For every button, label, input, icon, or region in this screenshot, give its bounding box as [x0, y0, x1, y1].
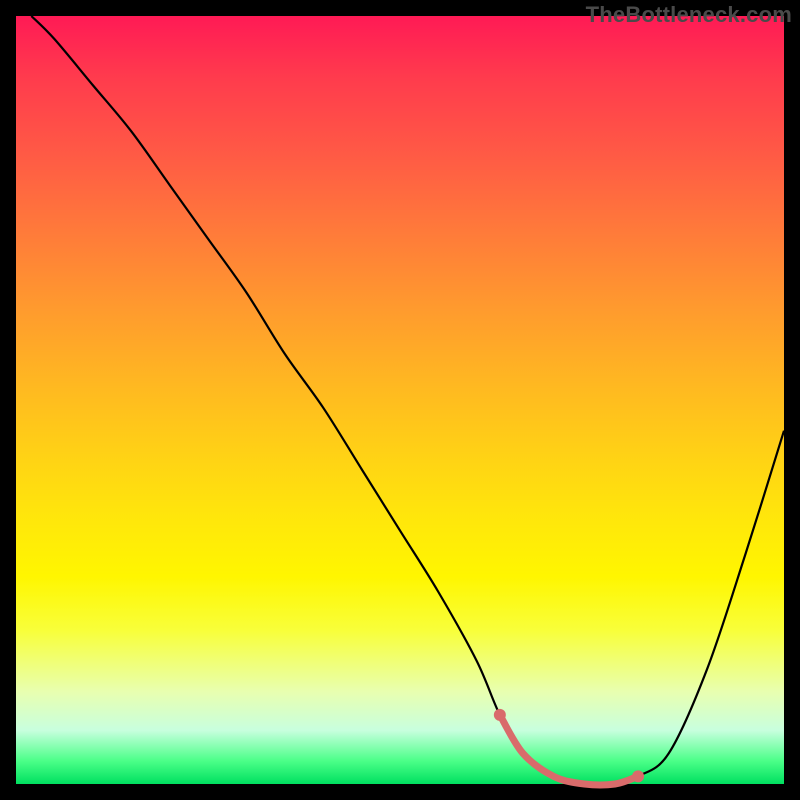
highlight-dot-right	[632, 770, 644, 782]
chart-frame: TheBottleneck.com	[0, 0, 800, 800]
highlight-dot-left	[494, 709, 506, 721]
curve-svg	[16, 16, 784, 784]
highlight-curve	[500, 715, 638, 785]
main-curve	[31, 16, 784, 785]
watermark-text: TheBottleneck.com	[586, 2, 792, 28]
plot-area	[16, 16, 784, 784]
